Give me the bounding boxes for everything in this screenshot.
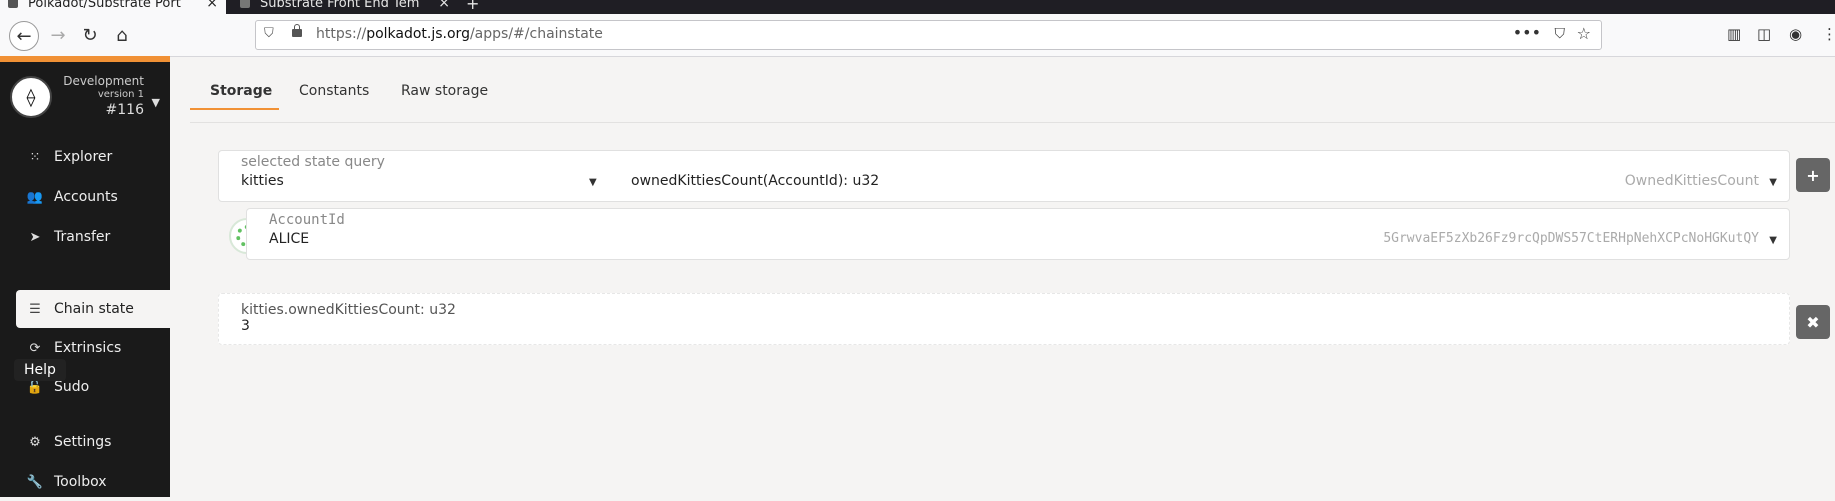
chain-block-number: #116 — [105, 102, 144, 118]
help-tooltip: Help — [14, 359, 66, 381]
bookmark-star-icon[interactable]: ☆ — [1577, 24, 1591, 43]
reload-button[interactable]: ↻ — [76, 21, 104, 49]
page-actions-icon[interactable]: ••• — [1513, 23, 1541, 42]
browser-toolbar: ← → ↻ ⌂ ⛉ https://polkadot.js.org/apps/#… — [0, 14, 1835, 57]
tracking-shield-icon[interactable]: ⛉ — [264, 26, 274, 41]
account-address[interactable]: 5GrwvaEF5zXb26Fz9rcQpDWS57CtERHpNehXCPcN… — [1383, 231, 1759, 246]
substrate-favicon-icon — [240, 0, 250, 8]
new-tab-button[interactable]: + — [466, 0, 479, 13]
add-query-button[interactable]: + — [1796, 158, 1830, 192]
sidebar-item-label: Toolbox — [54, 474, 107, 490]
chain-name[interactable]: Development — [63, 74, 144, 88]
tab-storage[interactable]: Storage — [210, 83, 272, 99]
method-name[interactable]: OwnedKittiesCount — [1625, 173, 1759, 189]
query-result: kitties.ownedKittiesCount: u32 3 — [218, 293, 1790, 345]
result-value: 3 — [241, 318, 250, 334]
sidebar-item-label: Extrinsics — [54, 340, 122, 356]
unlock-icon: 🔓 — [26, 379, 44, 395]
chevron-down-icon[interactable]: ▼ — [152, 96, 160, 109]
overflow-menu-icon[interactable]: ⋮ — [1822, 25, 1835, 43]
sidebar-item-label: Settings — [54, 434, 112, 450]
address-bar[interactable]: ⛉ https://polkadot.js.org/apps/#/chainst… — [255, 20, 1602, 50]
wrench-icon: 🔧 — [26, 474, 44, 490]
database-icon: ☰ — [29, 301, 41, 317]
account-id-label: AccountId — [269, 212, 345, 228]
browser-tab-polkadot[interactable]: Polkadot/Substrate Port × — [0, 0, 226, 14]
back-button[interactable]: ← — [9, 21, 39, 51]
tab-constants[interactable]: Constants — [299, 83, 369, 99]
sidebar-item-label: Sudo — [54, 379, 90, 395]
active-tab-indicator — [190, 108, 279, 110]
browser-tab-title: Substrate Front End Tem — [260, 0, 420, 11]
account-id-input[interactable]: AccountId ALICE 5GrwvaEF5zXb26Fz9rcQpDWS… — [246, 208, 1790, 260]
sidebar-item-toolbox[interactable]: 🔧 Toolbox — [16, 463, 170, 501]
chevron-down-icon[interactable]: ▼ — [1769, 177, 1777, 188]
sidebar-item-accounts[interactable]: 👥 Accounts — [16, 178, 170, 216]
method-dropdown[interactable]: ownedKittiesCount(AccountId): u32 — [631, 173, 879, 189]
browser-tab-substrate[interactable]: Substrate Front End Tem × — [232, 0, 458, 14]
account-name[interactable]: ALICE — [269, 231, 309, 247]
tab-raw-storage[interactable]: Raw storage — [401, 83, 488, 99]
sidebar-item-label: Accounts — [54, 189, 118, 205]
url-text[interactable]: https://polkadot.js.org/apps/#/chainstat… — [316, 26, 603, 42]
sidebar-item-transfer[interactable]: ➤ Transfer — [16, 218, 170, 256]
state-query-selector: selected state query kitties ▼ ownedKitt… — [218, 150, 1790, 202]
chevron-down-icon[interactable]: ▼ — [589, 177, 597, 188]
sidebar: ⟠ Development version 1 #116 ▼ ⁙ Explore… — [0, 56, 170, 497]
chevron-down-icon[interactable]: ▼ — [1769, 235, 1777, 246]
sidebar-item-chain-state[interactable]: ☰ Chain state — [16, 290, 170, 328]
grid-icon: ⁙ — [29, 149, 41, 165]
polkadot-favicon-icon — [8, 0, 18, 8]
chain-version: version 1 — [97, 89, 144, 100]
pocket-icon[interactable]: ⛉ — [1555, 26, 1566, 42]
sidebar-accent-bar — [0, 56, 170, 62]
sidebar-item-settings[interactable]: ⚙ Settings — [16, 423, 170, 461]
sidebar-toggle-icon[interactable]: ◫ — [1757, 25, 1771, 43]
sidebar-item-label: Explorer — [54, 149, 113, 165]
app-tab-bar: Storage Constants Raw storage — [190, 56, 1835, 123]
forward-button[interactable]: → — [44, 21, 72, 49]
home-button[interactable]: ⌂ — [108, 21, 136, 49]
close-tab-icon[interactable]: × — [438, 0, 450, 10]
send-icon: ➤ — [29, 229, 41, 245]
sync-icon: ⟳ — [29, 340, 41, 356]
browser-tab-title: Polkadot/Substrate Port — [28, 0, 181, 11]
library-icon[interactable]: ▥ — [1727, 25, 1741, 43]
result-label: kitties.ownedKittiesCount: u32 — [241, 302, 456, 318]
remove-result-button[interactable]: ✖ — [1796, 305, 1830, 339]
close-tab-icon[interactable]: × — [206, 0, 218, 10]
browser-tab-strip: Polkadot/Substrate Port × Substrate Fron… — [0, 0, 1835, 14]
gear-icon: ⚙ — [29, 434, 41, 450]
sidebar-item-explorer[interactable]: ⁙ Explorer — [16, 138, 170, 176]
account-icon[interactable]: ◉ — [1789, 25, 1802, 43]
sidebar-item-label: Transfer — [54, 229, 111, 245]
module-dropdown[interactable]: kitties — [241, 173, 284, 189]
query-label: selected state query — [241, 154, 385, 170]
lock-icon[interactable] — [292, 24, 302, 37]
sidebar-item-label: Chain state — [54, 301, 134, 317]
users-icon: 👥 — [26, 189, 44, 205]
chain-logo-icon[interactable]: ⟠ — [10, 76, 52, 118]
